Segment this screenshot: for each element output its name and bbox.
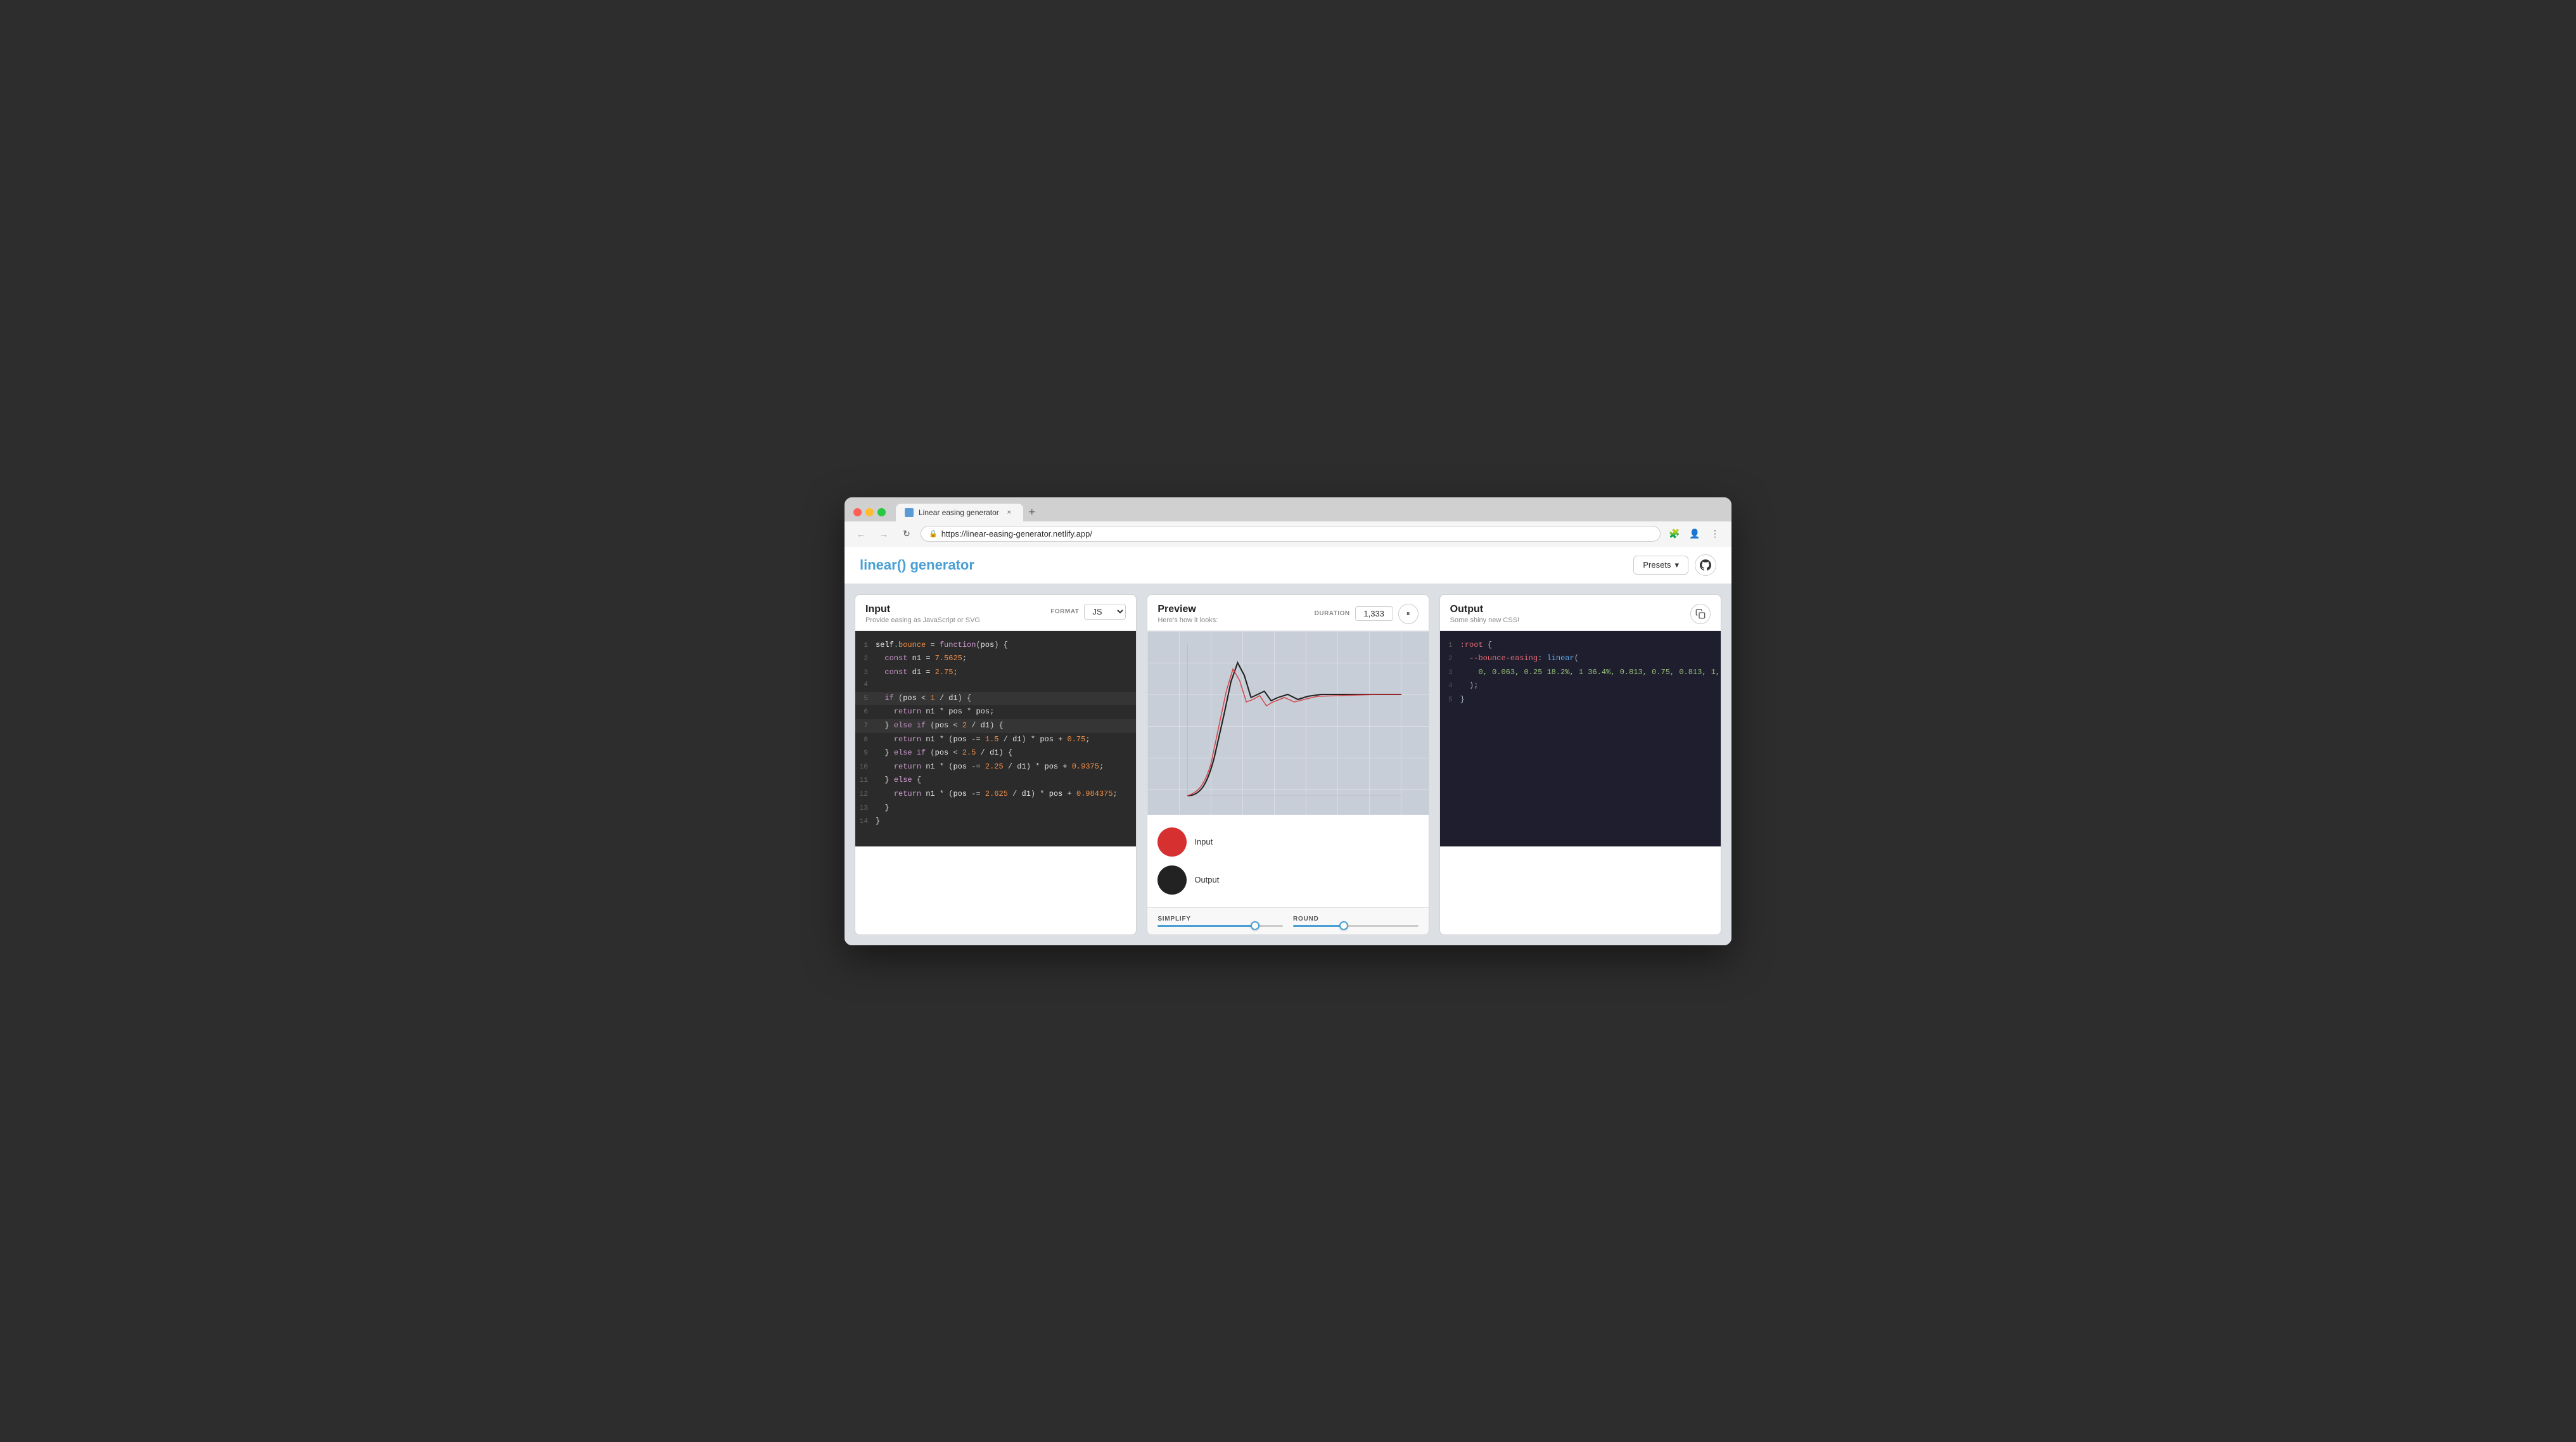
pause-icon: ⏸: [1406, 609, 1410, 618]
output-ball: [1157, 865, 1187, 895]
tab-favicon: [905, 508, 914, 517]
format-select[interactable]: JS SVG: [1084, 604, 1126, 620]
toolbar-right: 🧩 👤 ⋮: [1666, 525, 1724, 543]
code-line-14: 14 }: [855, 815, 1136, 829]
extensions-button[interactable]: 🧩: [1666, 525, 1683, 543]
input-panel-subtitle: Provide easing as JavaScript or SVG: [865, 616, 980, 624]
maximize-button[interactable]: [877, 508, 886, 516]
header-right: Presets ▾: [1633, 554, 1716, 576]
copy-button[interactable]: [1690, 604, 1711, 624]
tab-title: Linear easing generator: [919, 508, 999, 517]
lock-icon: 🔒: [929, 530, 938, 538]
minimize-button[interactable]: [865, 508, 874, 516]
url-text: https://linear-easing-generator.netlify.…: [941, 529, 1092, 539]
code-line-6: 6 return n1 * pos * pos;: [855, 705, 1136, 719]
input-panel: Input Provide easing as JavaScript or SV…: [855, 594, 1137, 935]
browser-titlebar: Linear easing generator × +: [845, 497, 1731, 521]
back-button[interactable]: ←: [852, 525, 870, 543]
tab-bar: Linear easing generator × +: [896, 504, 1723, 521]
code-line-4: 4: [855, 679, 1136, 692]
input-ball-label: Input: [1194, 837, 1213, 846]
copy-icon: [1695, 609, 1706, 619]
output-panel: Output Some shiny new CSS! 1 :root {: [1439, 594, 1721, 935]
new-tab-button[interactable]: +: [1023, 504, 1041, 521]
browser-tab[interactable]: Linear easing generator ×: [896, 504, 1023, 521]
input-panel-title: Input: [865, 604, 980, 615]
code-line-13: 13 }: [855, 801, 1136, 815]
code-line-3: 3 const d1 = 2.75;: [855, 666, 1136, 680]
github-button[interactable]: [1695, 554, 1716, 576]
bottom-controls: SIMPLIFY ROUND: [1147, 907, 1428, 935]
code-line-5: 5 if (pos < 1 / d1) {: [855, 692, 1136, 706]
app-header: linear() generator Presets ▾: [845, 547, 1731, 584]
duration-input[interactable]: [1355, 606, 1393, 621]
chevron-down-icon: ▾: [1674, 560, 1679, 570]
output-panel-title: Output: [1450, 604, 1519, 615]
simplify-slider[interactable]: [1157, 925, 1283, 927]
output-panel-header: Output Some shiny new CSS!: [1440, 595, 1721, 631]
preview-graph-area: [1147, 631, 1428, 815]
animation-demo: Input Output: [1147, 815, 1428, 907]
browser-content: linear() generator Presets ▾ Inp: [845, 547, 1731, 945]
code-line-1: 1 self.bounce = function(pos) {: [855, 639, 1136, 653]
preview-panel-header: Preview Here's how it looks: DURATION ⏸: [1147, 595, 1428, 631]
app-logo: linear() generator: [860, 557, 974, 573]
input-ball: [1157, 827, 1187, 857]
simplify-group: SIMPLIFY: [1157, 916, 1283, 927]
tab-close-button[interactable]: ×: [1004, 507, 1014, 518]
presets-button[interactable]: Presets ▾: [1633, 556, 1688, 575]
refresh-button[interactable]: ↻: [898, 525, 915, 543]
code-line-8: 8 return n1 * (pos -= 1.5 / d1) * pos + …: [855, 733, 1136, 747]
preview-panel-title: Preview: [1157, 604, 1218, 615]
github-icon: [1700, 559, 1711, 571]
browser-window: Linear easing generator × + ← → ↻ 🔒 http…: [845, 497, 1731, 945]
code-line-2: 2 const n1 = 7.5625;: [855, 652, 1136, 666]
out-line-4: 4 );: [1440, 679, 1721, 693]
input-panel-controls: FORMAT JS SVG: [1050, 604, 1126, 620]
format-label: FORMAT: [1050, 608, 1079, 615]
round-slider[interactable]: [1293, 925, 1419, 927]
code-line-11: 11 } else {: [855, 774, 1136, 788]
output-panel-subtitle: Some shiny new CSS!: [1450, 616, 1519, 624]
presets-label: Presets: [1643, 560, 1671, 570]
output-ball-label: Output: [1194, 875, 1219, 884]
code-editor[interactable]: 1 self.bounce = function(pos) { 2 const …: [855, 631, 1136, 846]
input-panel-header: Input Provide easing as JavaScript or SV…: [855, 595, 1136, 631]
preview-panel-subtitle: Here's how it looks:: [1157, 616, 1218, 624]
code-line-10: 10 return n1 * (pos -= 2.25 / d1) * pos …: [855, 760, 1136, 774]
duration-group: DURATION ⏸: [1315, 604, 1419, 624]
input-ball-row: Input: [1157, 827, 1418, 857]
duration-label: DURATION: [1315, 610, 1350, 617]
round-group: ROUND: [1293, 916, 1419, 927]
output-code-editor[interactable]: 1 :root { 2 --bounce-easing: linear( 3 0…: [1440, 631, 1721, 846]
profile-button[interactable]: 👤: [1686, 525, 1704, 543]
menu-button[interactable]: ⋮: [1706, 525, 1724, 543]
forward-button[interactable]: →: [875, 525, 893, 543]
out-line-3: 3 0, 0.063, 0.25 18.2%, 1 36.4%, 0.813, …: [1440, 666, 1721, 680]
output-ball-row: Output: [1157, 865, 1418, 895]
preview-panel: Preview Here's how it looks: DURATION ⏸: [1147, 594, 1429, 935]
browser-toolbar: ← → ↻ 🔒 https://linear-easing-generator.…: [845, 521, 1731, 547]
easing-curve-svg: [1147, 631, 1428, 815]
code-line-9: 9 } else if (pos < 2.5 / d1) {: [855, 746, 1136, 760]
out-line-2: 2 --bounce-easing: linear(: [1440, 652, 1721, 666]
code-line-12: 12 return n1 * (pos -= 2.625 / d1) * pos…: [855, 788, 1136, 801]
address-bar[interactable]: 🔒 https://linear-easing-generator.netlif…: [921, 526, 1661, 542]
window-controls: [853, 508, 886, 516]
out-line-1: 1 :root {: [1440, 639, 1721, 653]
play-pause-button[interactable]: ⏸: [1398, 604, 1419, 624]
code-line-7: 7 } else if (pos < 2 / d1) {: [855, 719, 1136, 733]
panels: Input Provide easing as JavaScript or SV…: [845, 584, 1731, 945]
close-button[interactable]: [853, 508, 862, 516]
out-line-5: 5 }: [1440, 693, 1721, 707]
